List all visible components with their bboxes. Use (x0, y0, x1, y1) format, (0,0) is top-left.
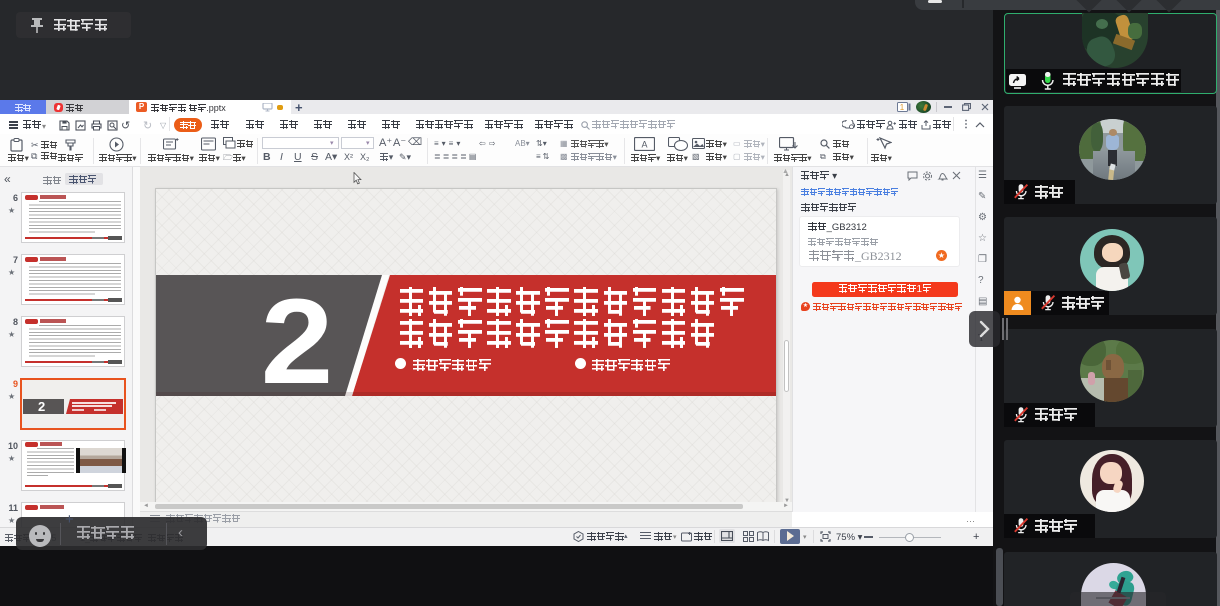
svg-text:1: 1 (900, 103, 905, 112)
svg-text:A: A (641, 140, 647, 150)
